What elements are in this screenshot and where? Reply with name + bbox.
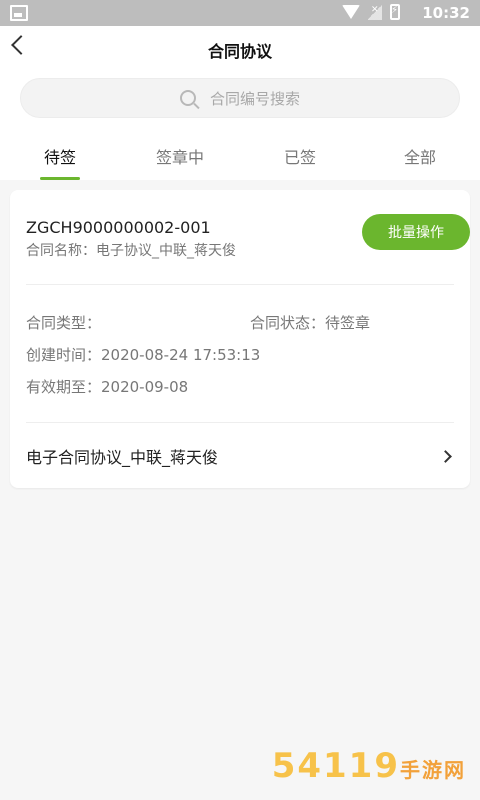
watermark-number: 54119 (271, 746, 400, 786)
contract-type: 合同类型： (26, 314, 102, 332)
page-title: 合同协议 (207, 42, 272, 61)
status-bar: 10:32 (0, 0, 480, 26)
search-bar: 合同编号搜索 (0, 70, 480, 126)
status-icons (342, 4, 400, 20)
status-time: 10:32 (422, 4, 470, 22)
search-input[interactable]: 合同编号搜索 (20, 78, 460, 118)
image-notification-icon (10, 5, 28, 21)
chevron-right-icon (439, 449, 452, 463)
search-placeholder: 合同编号搜索 (209, 89, 300, 108)
watermark-suffix: 手游网 (400, 758, 466, 782)
divider (26, 422, 454, 423)
signal-icon (368, 4, 382, 20)
contract-name: 合同名称：电子协议_中联_蒋天俊 (26, 243, 236, 259)
tab-signed[interactable]: 已签 (240, 126, 360, 180)
search-icon (179, 90, 196, 106)
contract-status: 合同状态：待签章 (250, 314, 371, 332)
battery-icon (390, 4, 400, 20)
tab-pending[interactable]: 待签 (0, 126, 120, 180)
batch-operation-button[interactable]: 批量操作 (362, 214, 470, 250)
contract-code: ZGCH9000000002-001 (26, 218, 211, 237)
created-time: 创建时间：2020-08-24 17:53:13 (26, 346, 261, 364)
contract-link-row[interactable]: 电子合同协议_中联_蒋天俊 (26, 444, 454, 468)
valid-until: 有效期至：2020-09-08 (26, 378, 189, 396)
watermark-logo: 54119手游网 (272, 746, 466, 786)
tab-all[interactable]: 全部 (360, 126, 480, 180)
divider (26, 284, 454, 285)
tab-bar: 待签 签章中 已签 全部 (0, 126, 480, 180)
tab-signing[interactable]: 签章中 (120, 126, 240, 180)
wifi-icon (342, 5, 360, 19)
contract-card: ZGCH9000000002-001 合同名称：电子协议_中联_蒋天俊 批量操作… (10, 190, 470, 488)
contract-link-text: 电子合同协议_中联_蒋天俊 (26, 448, 219, 467)
header: 合同协议 (0, 26, 480, 70)
